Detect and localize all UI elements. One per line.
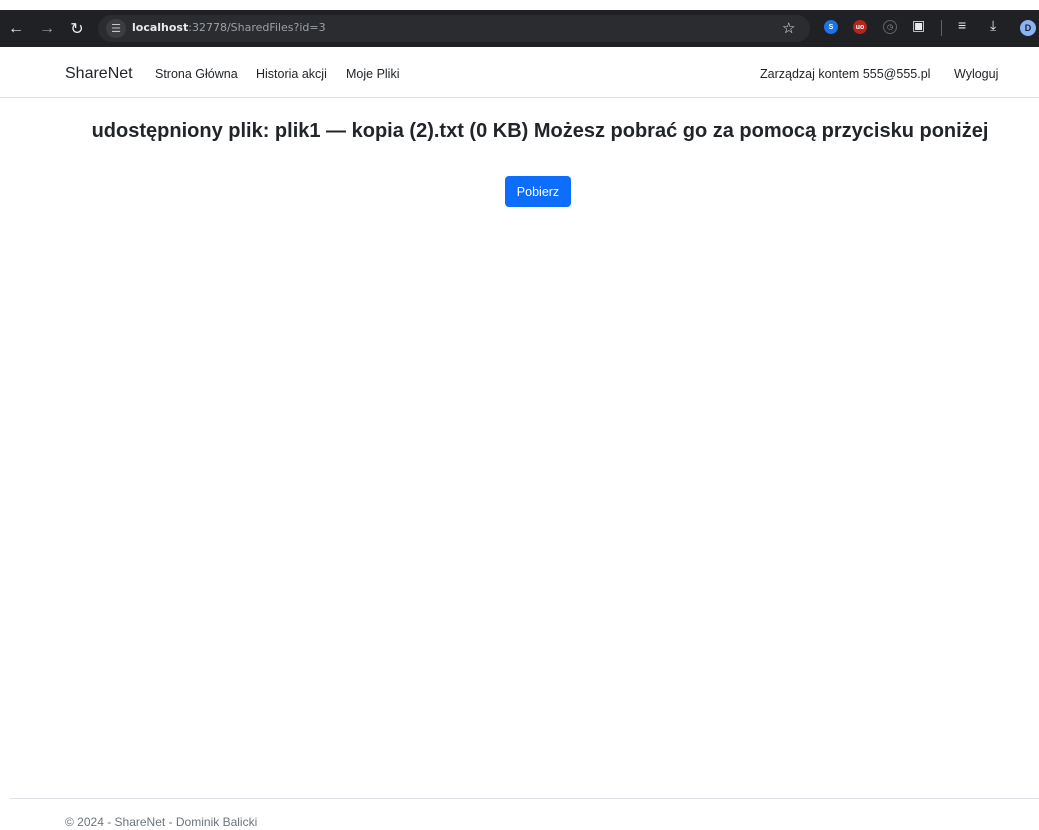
extension-shazam-icon[interactable]: S (824, 20, 838, 34)
back-icon[interactable]: ← (2, 10, 30, 47)
manage-account-link[interactable]: Zarządzaj kontem 555@555.pl (760, 67, 930, 81)
site-info-icon[interactable]: ☰ (106, 19, 126, 38)
download-button[interactable]: Pobierz (505, 176, 571, 207)
profile-avatar[interactable]: D (1020, 20, 1036, 36)
nav-link-my-files[interactable]: Moje Pliki (346, 67, 400, 81)
reading-list-icon[interactable]: ≡ (958, 17, 966, 33)
reload-icon[interactable]: ↻ (63, 10, 91, 47)
site-navbar: ShareNet Strona Główna Historia akcji Mo… (0, 50, 1039, 98)
nav-link-home[interactable]: Strona Główna (155, 67, 238, 81)
url-host: localhost (132, 21, 189, 34)
footer-divider (10, 798, 1039, 799)
extension-clock-icon[interactable]: ◷ (883, 20, 897, 34)
footer-copyright: © 2024 - ShareNet - Dominik Balicki (65, 815, 258, 829)
nav-link-history[interactable]: Historia akcji (256, 67, 327, 81)
url-path: :32778/SharedFiles?id=3 (188, 21, 326, 34)
address-bar[interactable]: ☰ localhost:32778/SharedFiles?id=3 (98, 15, 810, 42)
extension-ublock-icon[interactable]: uo (853, 20, 867, 34)
toolbar-divider (941, 20, 942, 36)
logout-link[interactable]: Wyloguj (954, 67, 998, 81)
page-heading: udostępniony plik: plik1 — kopia (2).txt… (91, 120, 989, 142)
extensions-puzzle-icon[interactable]: ▣ (912, 17, 925, 34)
forward-icon[interactable]: → (33, 10, 61, 47)
url-text[interactable]: localhost:32778/SharedFiles?id=3 (132, 21, 326, 34)
brand-link[interactable]: ShareNet (65, 65, 133, 83)
bookmark-star-icon[interactable]: ☆ (782, 19, 795, 37)
downloads-icon[interactable]: ⤓ (990, 17, 996, 34)
